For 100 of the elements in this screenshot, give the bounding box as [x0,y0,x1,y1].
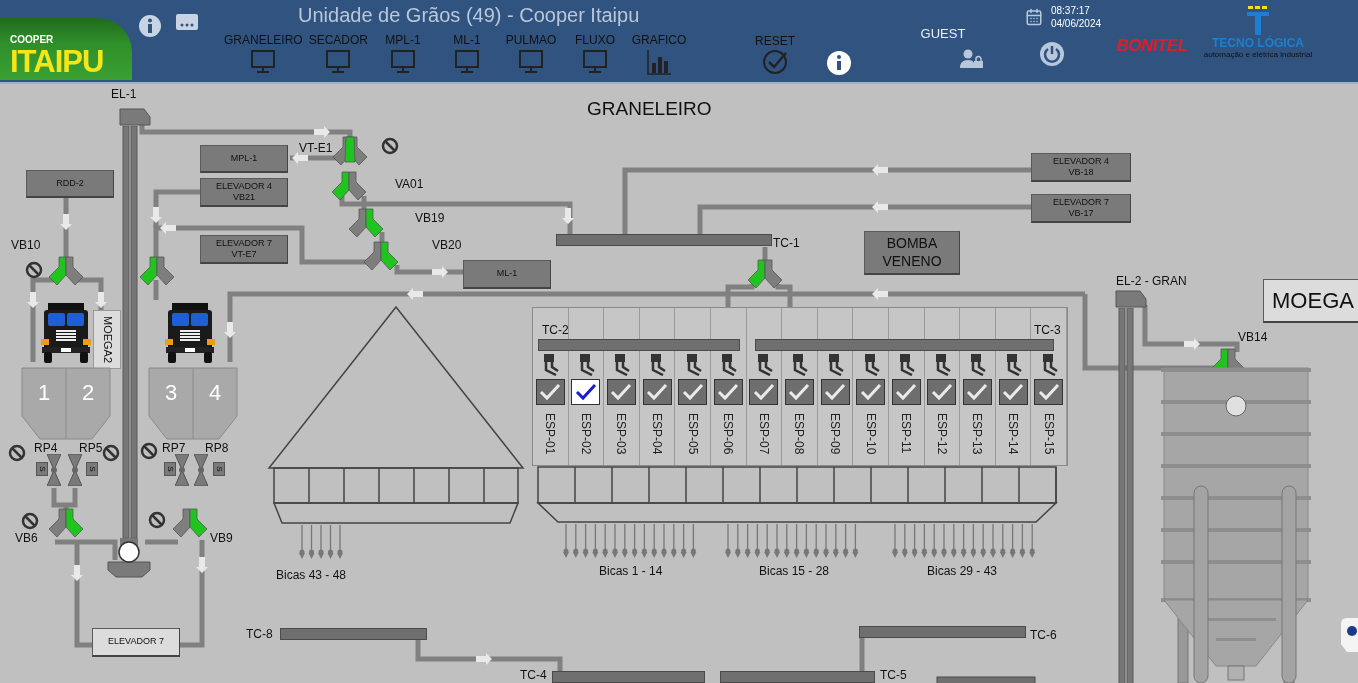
elevator-label: EL-1 [111,87,137,101]
valve-label: VB9 [210,531,233,545]
equipment-button[interactable]: MOEGA [1263,279,1358,323]
nav-button[interactable]: FLUXO [566,33,625,75]
power-icon[interactable] [1039,41,1065,67]
valve-label: VB10 [11,238,41,252]
pipe [78,277,104,312]
flow-arrow-icon [95,292,107,308]
valve-label: VB14 [1238,330,1268,344]
bar-chart-icon [646,49,673,75]
outlets-label: Bicas 1 - 14 [599,564,663,578]
elevator-boot-drawing [106,538,152,578]
elevator-label: EL-2 - GRAN [1116,274,1187,288]
bin-number: 3 [163,380,179,406]
side-tab-icon[interactable] [1341,618,1358,652]
valve-label: VT-E1 [299,141,333,155]
brand-logo: TECNO LÓGICA [1212,36,1304,50]
monitor-icon [518,49,545,75]
info-icon[interactable] [138,14,162,38]
clock-date: 04/06/2024 [1050,17,1102,30]
spout-label: ESP-11 [899,413,914,454]
nav-button[interactable]: PULMAO [502,33,561,75]
monitor-icon [582,49,609,75]
flow-arrow-icon [476,653,492,665]
truck-drawing [164,303,216,363]
equipment-button[interactable]: ELEVADOR 7 [92,628,180,657]
spout-label: ESP-09 [828,413,843,455]
bin-number: 4 [207,380,223,406]
valve-label: RP8 [205,441,229,455]
window-title: Unidade de Grãos (49) - Cooper Itaipu [298,4,641,27]
flow-arrow-icon [872,288,888,300]
pipe [859,638,865,671]
elevator-head-drawing [119,108,151,126]
spout-label: ESP-14 [1006,413,1021,455]
spout-label: ESP-13 [970,413,985,455]
valve-label: RP7 [162,441,186,455]
spout-label: ESP-04 [650,413,665,455]
valve-label: VB6 [15,531,38,545]
valve-label: VB19 [415,211,445,225]
nav-button[interactable]: MPL-1 [374,33,433,75]
outlets-label: Bicas 15 - 28 [759,564,830,578]
spout-label: ESP-06 [721,413,736,455]
actuator-tag: S [213,462,225,476]
info-icon[interactable] [826,50,852,76]
actuator-tag: S [86,462,98,476]
reset-button[interactable]: RESET [755,34,795,75]
spout-label: ESP-10 [863,413,878,455]
equipment-button[interactable]: MPL-1 [200,145,288,173]
spout-label: ESP-08 [792,413,807,455]
user-lock-icon[interactable] [960,49,984,69]
nav-button[interactable]: SECADOR [308,33,369,75]
equipment-button[interactable]: BOMBA VENENO [864,231,960,275]
flow-arrow-icon [1184,338,1200,350]
brand-symbol-icon [1246,6,1270,36]
elevator-head-drawing [1115,290,1147,308]
conveyor-label: TC-8 [246,627,273,641]
gate-valve-icon [175,454,189,486]
flow-arrow-icon [432,266,448,278]
spout-label: ESP-02 [578,413,593,455]
gate-valve-icon [47,454,61,486]
conveyor-label: TC-6 [1030,628,1057,642]
conveyor-label: TC-5 [880,668,907,682]
logo-text: COOPER [10,34,55,46]
nav-button[interactable]: ML-1 [438,33,497,75]
spout-label: ESP-07 [756,413,771,455]
equipment-button[interactable]: ELEVADOR 7 VB-17 [1031,194,1131,223]
flow-arrow-icon [27,292,39,308]
equipment-button[interactable]: RDD-2 [26,170,114,198]
flow-arrow-icon [160,222,176,234]
equipment-button[interactable]: MOEGA2 [93,310,121,369]
valve-label: RP4 [34,441,58,455]
spout-label: ESP-15 [1041,413,1056,455]
more-icon[interactable] [176,14,198,32]
bin-number: 1 [36,380,52,406]
spout-label: ESP-03 [614,413,629,455]
equipment-button[interactable]: ML-1 [463,260,551,289]
conveyor-label: TC-2 [542,323,569,337]
outlets-label: Bicas 29 - 43 [927,564,998,578]
flow-arrow-icon [196,557,208,573]
flow-arrow-icon [60,214,72,230]
flow-arrow-icon [407,288,423,300]
flow-arrow-icon [224,322,236,338]
nav-button[interactable]: GRANELEIRO [224,33,303,75]
valve-label: VB20 [432,238,462,252]
valve-label: VA01 [395,177,424,191]
monitor-icon [325,49,352,75]
pipe [145,539,178,545]
pipe [153,280,159,300]
gate-valve-icon [68,454,82,486]
conveyor-label: TC-3 [1034,323,1061,337]
equipment-button[interactable]: ELEVADOR 7 VT-E7 [200,235,288,264]
truck-drawing [40,303,92,363]
conveyor-label: TC-1 [773,236,800,250]
flow-arrow-icon [150,207,162,223]
actuator-tag: S [164,462,176,476]
user-name: GUEST [920,26,966,41]
equipment-button[interactable]: ELEVADOR 4 VB-18 [1031,153,1131,182]
valve-label: RP5 [79,441,103,455]
nav-button[interactable]: GRAFICO [630,33,689,75]
equipment-button[interactable]: ELEVADOR 4 VB21 [200,178,288,207]
